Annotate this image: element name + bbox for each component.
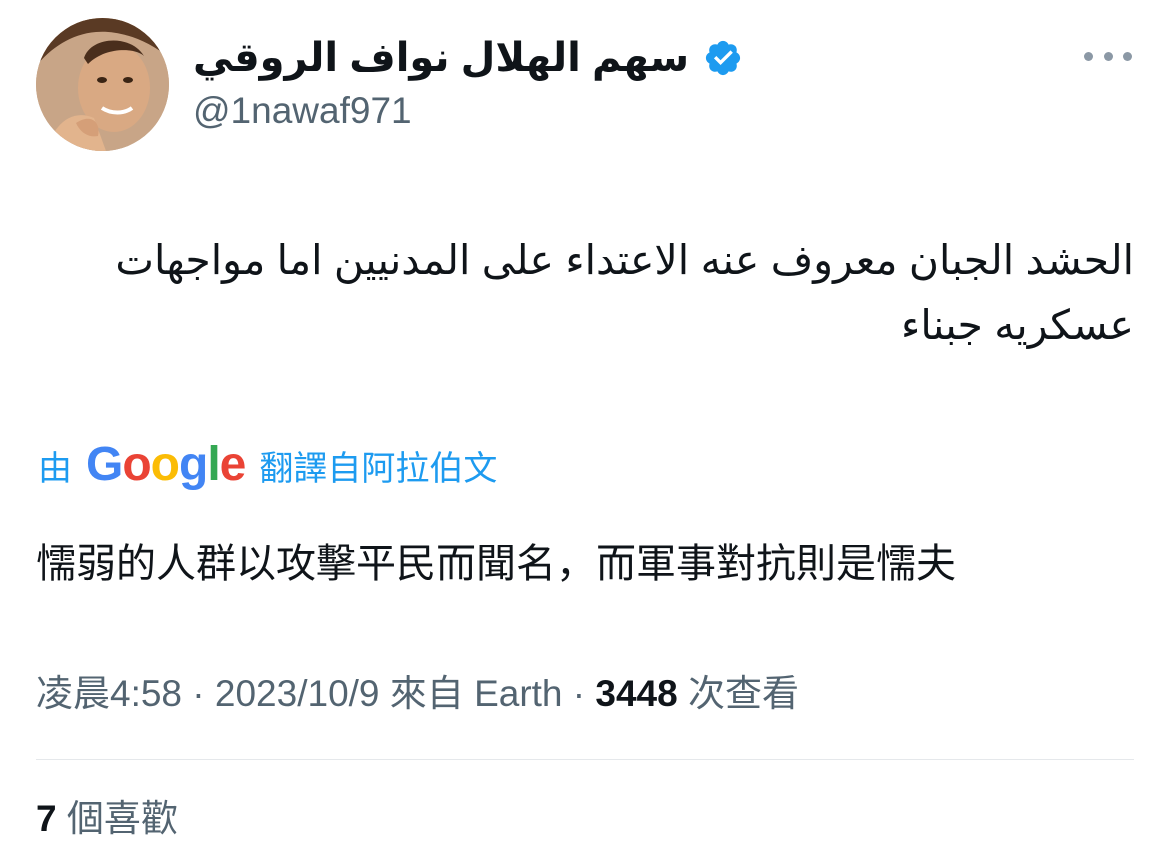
tweet-source: 來自 Earth xyxy=(379,673,563,714)
translate-link[interactable]: 由 Google 翻譯自阿拉伯文 xyxy=(38,436,497,494)
translate-suffix: 翻譯自阿拉伯文 xyxy=(259,449,498,488)
more-dot xyxy=(1123,51,1132,61)
likes-count: 7 xyxy=(36,798,57,839)
more-dot xyxy=(1084,51,1093,61)
meta-separator: · xyxy=(182,673,215,714)
google-logo: Google xyxy=(86,438,246,491)
divider xyxy=(36,759,1134,760)
author-handle[interactable]: @1nawaf971 xyxy=(193,90,412,132)
likes-label: 個喜歡 xyxy=(56,798,178,839)
translate-prefix: 由 xyxy=(38,449,72,488)
tweet-metadata: 凌晨4:58 · 2023/10/9 來自 Earth · 3448 次查看 xyxy=(36,668,799,720)
tweet-text: الحشد الجبان معروف عنه الاعتداء على المد… xyxy=(115,237,1134,348)
views-count: 3448 xyxy=(595,673,678,714)
more-dot xyxy=(1103,51,1113,61)
tweet-date[interactable]: 2023/10/9 xyxy=(215,673,380,714)
meta-separator: · xyxy=(562,673,596,714)
verified-badge-icon[interactable] xyxy=(703,38,743,78)
tweet-time[interactable]: 凌晨4:58 xyxy=(36,673,182,714)
more-options-icon[interactable] xyxy=(1084,44,1132,68)
likes-link[interactable]: 7 個喜歡 xyxy=(36,793,178,845)
views-label: 次查看 xyxy=(677,673,799,714)
translated-tweet-text: 懦弱的人群以攻擊平民而聞名，而軍事對抗則是懦夫 xyxy=(36,542,956,586)
author-display-name[interactable]: سهم الهلال نواف الروقي xyxy=(193,35,689,81)
author-name-row: سهم الهلال نواف الروقي xyxy=(193,26,743,90)
author-avatar[interactable] xyxy=(36,18,169,151)
